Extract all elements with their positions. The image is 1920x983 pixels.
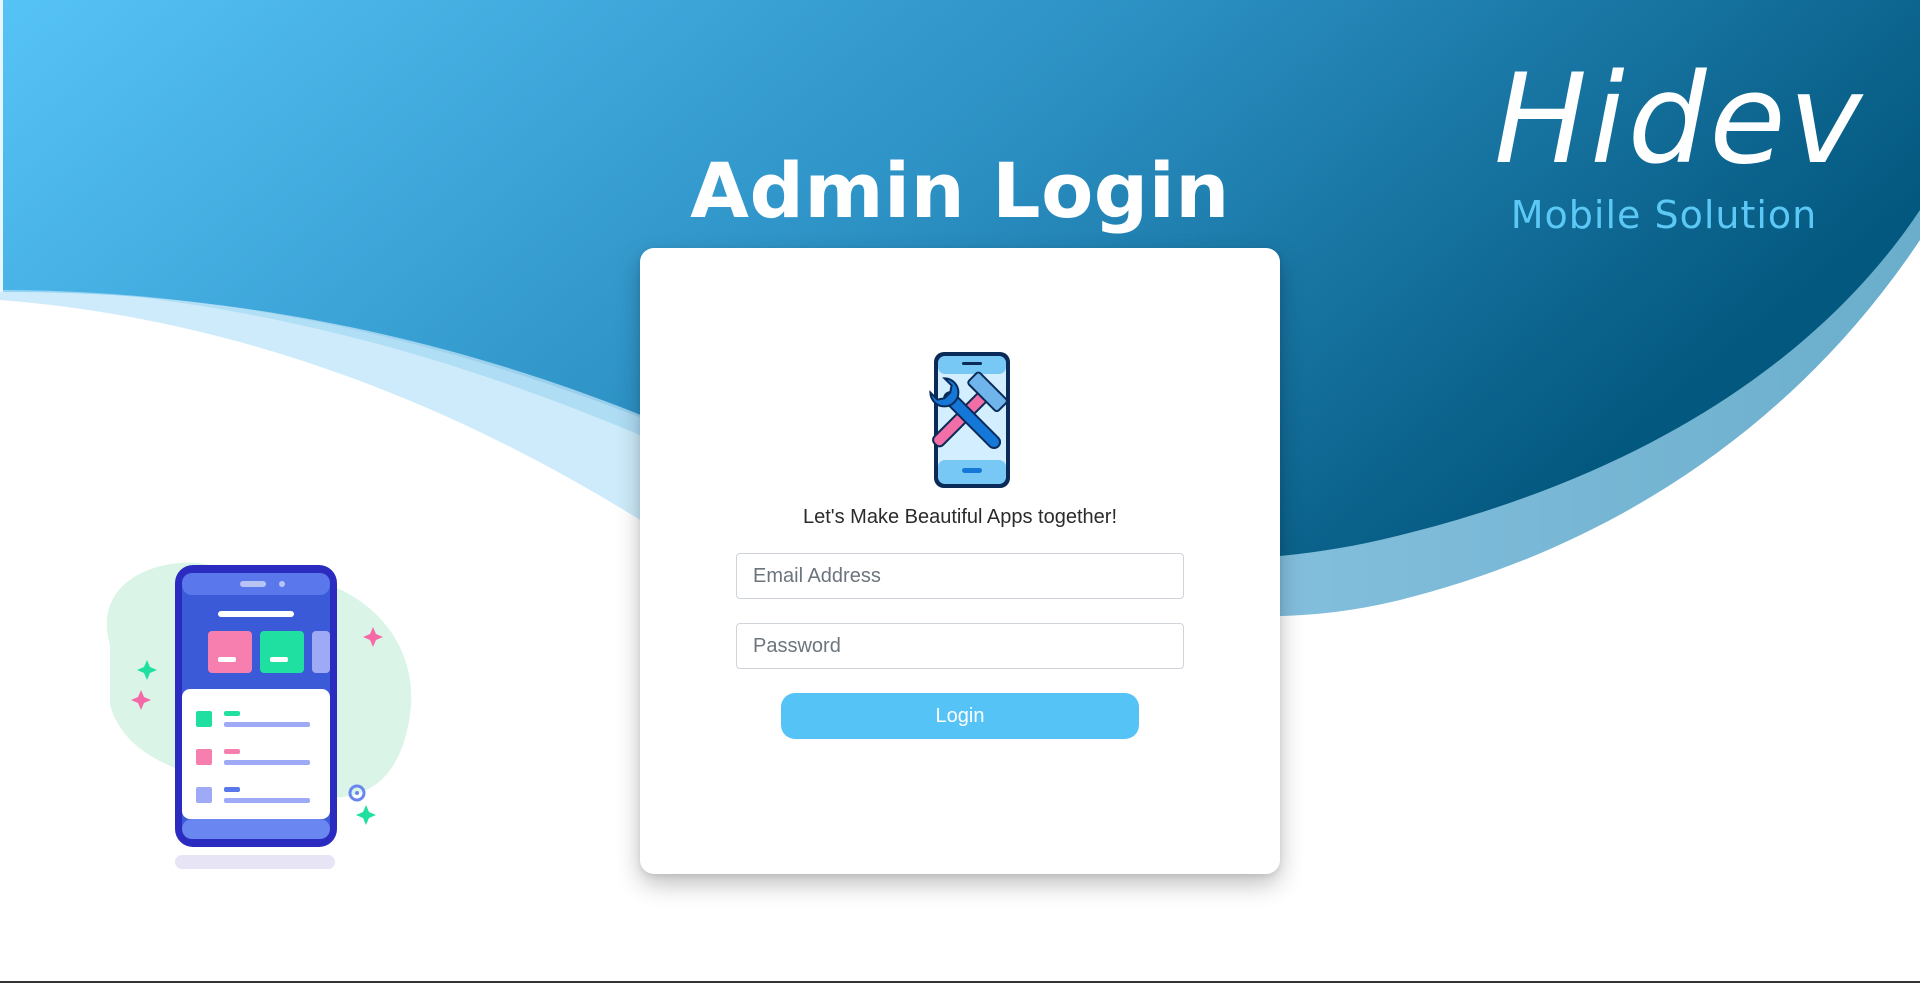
login-page: Admin Login Hidev Mobile Solution Let's … — [0, 0, 1920, 983]
brand-name: Hidev — [1494, 48, 1866, 192]
password-field[interactable] — [736, 623, 1184, 669]
email-field[interactable] — [736, 553, 1184, 599]
phone-tools-icon — [929, 352, 1010, 488]
brand-tagline: Mobile Solution — [1510, 193, 1818, 237]
login-tagline: Let's Make Beautiful Apps together! — [802, 506, 1117, 528]
brand-logo: Hidev Mobile Solution — [1494, 48, 1866, 238]
mobile-app-illustration — [106, 562, 412, 869]
login-button[interactable]: Login — [781, 693, 1139, 739]
login-card: Let's Make Beautiful Apps together! Logi… — [640, 248, 1280, 874]
